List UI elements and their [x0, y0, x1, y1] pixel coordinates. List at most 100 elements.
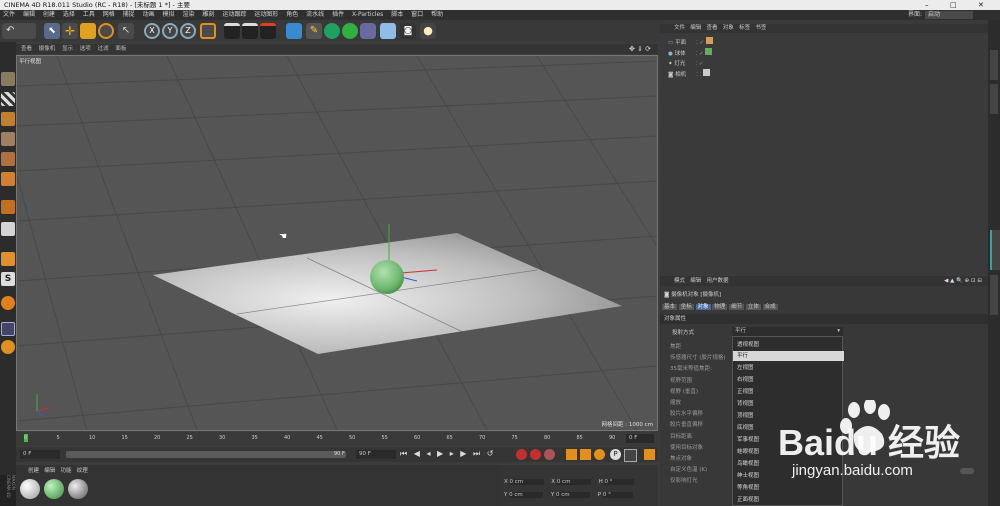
scale-icon[interactable] — [80, 23, 96, 39]
z-axis-icon[interactable]: Z — [180, 23, 196, 39]
preview-range-slider[interactable] — [66, 451, 346, 458]
edges-mode-icon[interactable] — [1, 152, 15, 166]
size-x-field[interactable]: 0 cm — [556, 479, 591, 485]
side-tab-objects[interactable] — [990, 50, 998, 80]
material-menu-function[interactable]: 功能 — [61, 468, 72, 474]
viewport-menu-view[interactable]: 查看 — [21, 46, 32, 52]
quantize-icon[interactable] — [1, 340, 15, 354]
object-menu-objects[interactable]: 对象 — [723, 25, 734, 31]
menu-select[interactable]: 选择 — [63, 10, 75, 20]
menu-animate[interactable]: 动画 — [143, 10, 155, 20]
viewport-menu-display[interactable]: 显示 — [62, 46, 73, 52]
subdivision-surface-icon[interactable] — [324, 23, 340, 39]
timeline-ruler[interactable]: 0 5 10 15 20 25 30 35 40 45 50 55 60 65 70 75 80 85 90 0 F — [16, 432, 658, 446]
start-frame-field[interactable]: 0 F — [20, 450, 60, 459]
menu-sculpt[interactable]: 雕刻 — [202, 10, 214, 20]
axis-mode-icon[interactable] — [1, 200, 15, 214]
maximize-icon[interactable]: □ — [950, 0, 957, 10]
object-menu-tags[interactable]: 标签 — [739, 25, 750, 31]
material-swatch-green[interactable] — [44, 479, 64, 499]
object-menu-view[interactable]: 查看 — [707, 25, 718, 31]
auto-key-icon[interactable] — [530, 449, 541, 460]
menu-window[interactable]: 窗口 — [411, 10, 423, 20]
position-key-icon[interactable] — [566, 449, 577, 460]
dropdown-option[interactable]: 蛙眼视图 — [733, 447, 844, 457]
position-x-field[interactable]: 0 cm — [509, 479, 544, 485]
world-coord-icon[interactable] — [200, 23, 216, 39]
soft-selection-icon[interactable] — [1, 252, 15, 266]
dropdown-option[interactable]: 等角视图 — [733, 483, 844, 493]
x-axis-icon[interactable]: X — [144, 23, 160, 39]
undo-icon[interactable]: ↶ — [2, 23, 36, 39]
list-item[interactable]: ▭ 平面 ⁚ ✓ — [668, 37, 713, 48]
minimize-icon[interactable]: – — [925, 0, 929, 10]
workplane-icon[interactable] — [1, 112, 15, 126]
dropdown-option[interactable]: 背视图 — [733, 399, 844, 409]
side-tab-content[interactable] — [990, 84, 998, 114]
dropdown-option[interactable]: 正面视图 — [733, 495, 844, 505]
tab-stereo[interactable]: 立体 — [745, 304, 761, 310]
render-picture-viewer-icon[interactable] — [242, 23, 258, 39]
camera-icon[interactable]: ◙ — [400, 23, 416, 39]
record-icon[interactable] — [516, 449, 527, 460]
material-menu-edit[interactable]: 编辑 — [44, 468, 55, 474]
attribute-menu-mode[interactable]: 模式 — [674, 278, 685, 284]
menu-edit[interactable]: 编辑 — [23, 10, 35, 20]
tab-physical[interactable]: 物理 — [712, 304, 728, 310]
scale-key-icon[interactable] — [580, 449, 591, 460]
slider-knob[interactable] — [960, 468, 974, 474]
rotation-p-field[interactable]: 0 ° — [602, 492, 633, 498]
object-menu-edit[interactable]: 编辑 — [690, 25, 701, 31]
dropdown-option-selected[interactable]: 平行 — [733, 351, 844, 361]
attribute-menu-userdata[interactable]: 用户数据 — [707, 278, 729, 284]
select-cursor-icon[interactable]: ⬉ — [44, 23, 60, 39]
material-swatch-white[interactable] — [20, 479, 40, 499]
points-mode-icon[interactable] — [1, 132, 15, 146]
y-axis-icon[interactable]: Y — [162, 23, 178, 39]
cube-primitive-icon[interactable] — [286, 23, 302, 39]
menu-character[interactable]: 角色 — [286, 10, 298, 20]
render-view-icon[interactable] — [224, 23, 240, 39]
viewport-menu-panel[interactable]: 面板 — [115, 46, 126, 52]
timeline-window-icon[interactable] — [644, 449, 655, 460]
playback-controls[interactable]: ⏮ ◀ ◂ ▶ ▸ ▶ ⏭ ↺ — [400, 449, 495, 459]
menu-script[interactable]: 脚本 — [391, 10, 403, 20]
menu-tools[interactable]: 工具 — [83, 10, 95, 20]
move-icon[interactable]: ✛ — [62, 23, 78, 39]
dropdown-option[interactable]: 底视图 — [733, 423, 844, 433]
texture-mode-icon[interactable] — [1, 92, 15, 106]
rotation-key-icon[interactable] — [594, 449, 605, 460]
light-icon[interactable]: ● — [420, 23, 436, 39]
polygons-mode-icon[interactable] — [1, 172, 15, 186]
rotation-h-field[interactable]: 0 ° — [604, 479, 635, 485]
end-frame-field[interactable]: 90 F — [356, 450, 396, 459]
menu-motion-tracking[interactable]: 运动跟踪 — [222, 10, 246, 20]
dropdown-option[interactable]: 右视图 — [733, 375, 844, 385]
tweak-mode-icon[interactable] — [1, 222, 15, 236]
parameter-key-icon[interactable]: P — [610, 449, 621, 460]
menu-render[interactable]: 渲染 — [182, 10, 194, 20]
dropdown-option[interactable]: 鸟瞰视图 — [733, 459, 844, 469]
menu-plugins[interactable]: 插件 — [332, 10, 344, 20]
point-level-icon[interactable] — [624, 449, 637, 462]
pen-spline-icon[interactable]: ✎ — [306, 23, 322, 39]
list-item[interactable]: ✦ 灯光 ⁚ ✓ — [668, 59, 713, 69]
menu-simulate[interactable]: 模拟 — [163, 10, 175, 20]
viewport-menu-filter[interactable]: 过滤 — [98, 46, 109, 52]
projection-select[interactable]: 平行 ▾ — [732, 327, 843, 336]
grid-snap-icon[interactable] — [1, 322, 15, 336]
deformer-icon[interactable] — [360, 23, 376, 39]
layout-select[interactable]: 启动 — [925, 11, 973, 19]
size-y-field[interactable]: 0 cm — [556, 492, 590, 498]
dropdown-option[interactable]: 军事视图 — [733, 435, 844, 445]
tab-basic[interactable]: 基本 — [662, 304, 678, 310]
viewport-menu-options[interactable]: 选项 — [80, 46, 91, 52]
locking-icon[interactable] — [1, 296, 15, 310]
position-y-field[interactable]: 0 cm — [509, 492, 544, 498]
dropdown-option[interactable]: 左视图 — [733, 363, 844, 373]
recent-tool-icon[interactable]: ↖ — [118, 23, 134, 39]
menu-pipeline[interactable]: 流水线 — [306, 10, 324, 20]
attribute-menu-edit[interactable]: 编辑 — [690, 278, 701, 284]
side-tab-attributes[interactable] — [990, 275, 998, 315]
side-tab-layers[interactable] — [990, 230, 1000, 270]
